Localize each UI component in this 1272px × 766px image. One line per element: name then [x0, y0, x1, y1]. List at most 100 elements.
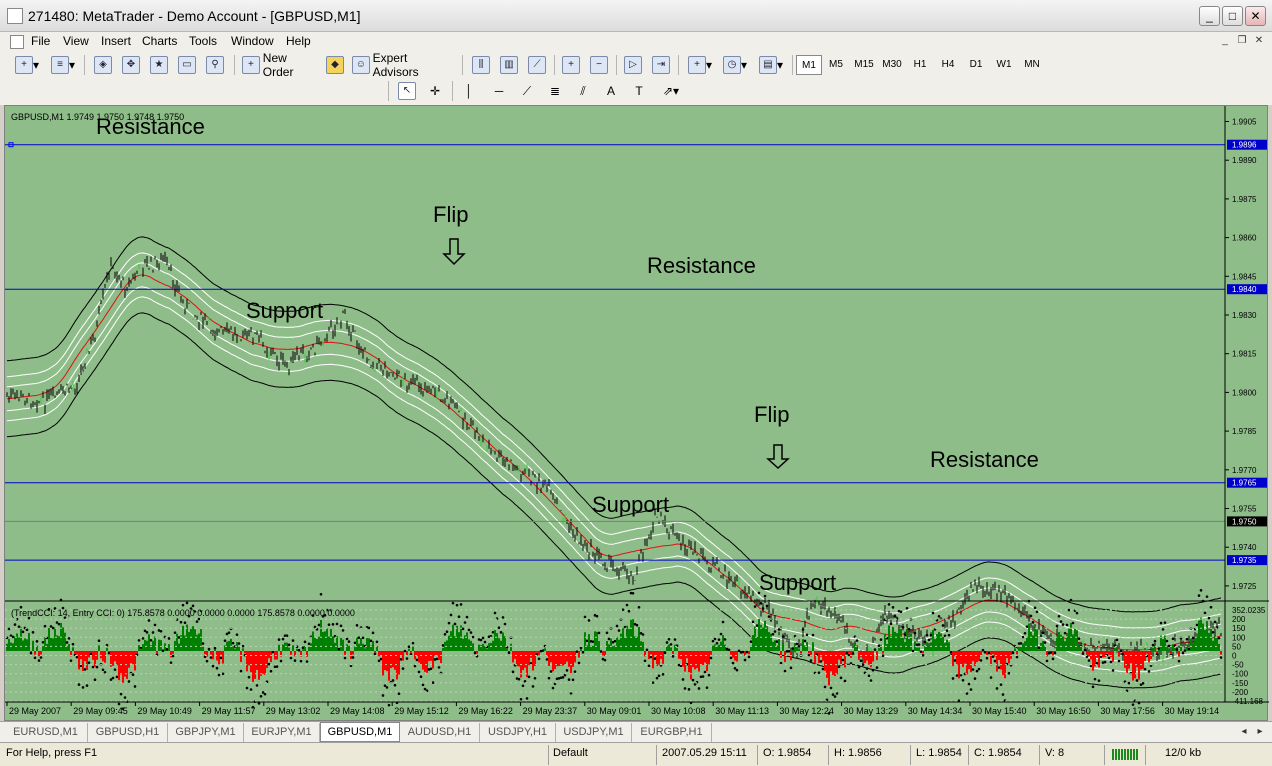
price-tick-label: 1.9800 [1232, 388, 1257, 397]
maximize-button[interactable]: □ [1222, 6, 1243, 26]
text-button[interactable]: A [600, 81, 622, 101]
cci-line-point [31, 631, 35, 634]
cci-line-point [299, 659, 303, 663]
favorites-button[interactable]: ★ [148, 55, 170, 75]
chart-shift-button[interactable]: ⇥ [650, 55, 672, 75]
autoscroll-button[interactable]: ▷ [622, 55, 644, 75]
cci-line-point [691, 678, 695, 682]
templates-icon: ▤ [758, 56, 777, 74]
menu-tools[interactable]: Tools [189, 34, 217, 48]
menu-view[interactable]: View [63, 34, 89, 48]
cci-line-point [795, 642, 799, 646]
cci-line-point [183, 621, 187, 625]
tab-gbpusd-m1[interactable]: GBPUSD,M1 [320, 722, 400, 742]
mdi-restore-button[interactable]: ❐ [1234, 34, 1250, 49]
timeframe-m15[interactable]: M15 [851, 55, 877, 75]
menu-insert[interactable]: Insert [101, 34, 131, 48]
zoom-in-button[interactable]: + [560, 55, 582, 75]
tab-eurjpy-m1[interactable]: EURJPY,M1 [244, 723, 320, 742]
cci-line-point [533, 676, 537, 680]
price-tick-label: 1.9875 [1232, 195, 1257, 204]
templates-button[interactable]: ▤ ▾ [756, 55, 786, 75]
meta-editor-button[interactable]: ◆ [325, 55, 345, 75]
cci-line-point [653, 657, 657, 660]
navigator-button[interactable]: ✥ [120, 55, 142, 75]
cursor-button[interactable]: ↖ [396, 81, 418, 101]
indicators-button[interactable]: + ▾ [686, 55, 714, 75]
vertical-line-button[interactable]: │ [458, 81, 480, 101]
cci-line-point [763, 594, 767, 598]
trendline-button[interactable]: ⟋ [516, 81, 538, 101]
cci-line-point [1195, 623, 1199, 627]
chart-window[interactable]: 1.9896 1.9840 1.9765 1.9735 1.9750 352.0235 2… [4, 105, 1269, 722]
annotation-support-3: Support [759, 570, 836, 595]
cci-line-point [1209, 605, 1213, 609]
cci-line-point [735, 668, 739, 672]
timeframe-m1[interactable]: M1 [796, 55, 822, 75]
crosshair-button[interactable]: ✛ [424, 81, 446, 101]
cci-line-point [709, 656, 713, 660]
new-chart-button[interactable]: + ▾ [12, 55, 42, 75]
strategy-tester-button[interactable]: ⚲ [204, 55, 226, 75]
cci-line-point [631, 591, 635, 595]
minimize-button[interactable]: _ [1199, 6, 1220, 26]
mdi-close-button[interactable]: ✕ [1251, 34, 1267, 49]
cci-line-point [1077, 637, 1081, 640]
timeframe-d1[interactable]: D1 [963, 55, 989, 75]
new-order-button[interactable]: + New Order [242, 51, 320, 79]
cci-tick-label: 200 [1232, 615, 1246, 624]
tab-eurusd-m1[interactable]: EURUSD,M1 [4, 723, 88, 742]
bar-chart-button[interactable]: ⫼ [470, 55, 492, 75]
market-watch-button[interactable]: ◈ [92, 55, 114, 75]
cci-line-point [871, 668, 875, 672]
cci-line-point [387, 703, 391, 707]
cci-line-point [1025, 625, 1029, 628]
zoom-out-button[interactable]: − [588, 55, 610, 75]
timeframe-mn[interactable]: MN [1019, 55, 1045, 75]
close-button[interactable]: ✕ [1245, 6, 1266, 26]
cci-line-point [521, 684, 525, 688]
tab-gbpusd-h1[interactable]: GBPUSD,H1 [88, 723, 168, 742]
mdi-minimize-button[interactable]: _ [1217, 34, 1233, 49]
tab-eurgbp-h1[interactable]: EURGBP,H1 [632, 723, 712, 742]
tabs-scroll-right-icon[interactable]: ▸ [1252, 725, 1268, 740]
cci-line-point [381, 694, 385, 697]
candlestick-button[interactable]: ▥ [498, 55, 520, 75]
new-order-label: New Order [262, 51, 294, 79]
text-label-button[interactable]: T [628, 81, 650, 101]
tab-usdjpy-m1[interactable]: USDJPY,M1 [556, 723, 632, 742]
cci-line-point [255, 684, 259, 687]
cci-line-point [1049, 651, 1053, 654]
menu-file[interactable]: File [31, 34, 50, 48]
timeframe-h1[interactable]: H1 [907, 55, 933, 75]
timeframe-w1[interactable]: W1 [991, 55, 1017, 75]
periods-button[interactable]: ◷ ▾ [720, 55, 750, 75]
fibonacci-button[interactable]: ≣ [544, 81, 566, 101]
terminal-button[interactable]: ▭ [176, 55, 198, 75]
timeframe-h4[interactable]: H4 [935, 55, 961, 75]
menu-charts[interactable]: Charts [142, 34, 177, 48]
cci-line-point [645, 648, 649, 652]
line-chart-button[interactable]: ⟋ [526, 55, 548, 75]
cci-line-point [821, 667, 825, 671]
horizontal-line-button[interactable]: ─ [488, 81, 510, 101]
tab-audusd-h1[interactable]: AUDUSD,H1 [400, 723, 480, 742]
cci-line-point [411, 641, 415, 645]
cci-line-point [1011, 651, 1015, 655]
tab-usdjpy-h1[interactable]: USDJPY,H1 [480, 723, 556, 742]
arrows-button[interactable]: ⇗▾ [656, 81, 686, 101]
channel-button[interactable]: ⫽ [572, 81, 594, 101]
cci-line-point [541, 649, 545, 652]
menu-window[interactable]: Window [231, 34, 274, 48]
cci-line-point [921, 653, 925, 657]
timeframe-m30[interactable]: M30 [879, 55, 905, 75]
cci-line-point [403, 649, 407, 653]
cci-line-point [759, 602, 763, 605]
chart-canvas[interactable]: 1.98961.98401.97651.97351.9750 352.02352… [5, 106, 1269, 722]
menu-help[interactable]: Help [286, 34, 311, 48]
timeframe-m5[interactable]: M5 [823, 55, 849, 75]
tab-gbpjpy-m1[interactable]: GBPJPY,M1 [168, 723, 244, 742]
expert-advisors-button[interactable]: ☺ Expert Advisors [352, 51, 454, 79]
tabs-scroll-left-icon[interactable]: ◂ [1236, 725, 1252, 740]
profiles-button[interactable]: ≡ ▾ [48, 55, 78, 75]
